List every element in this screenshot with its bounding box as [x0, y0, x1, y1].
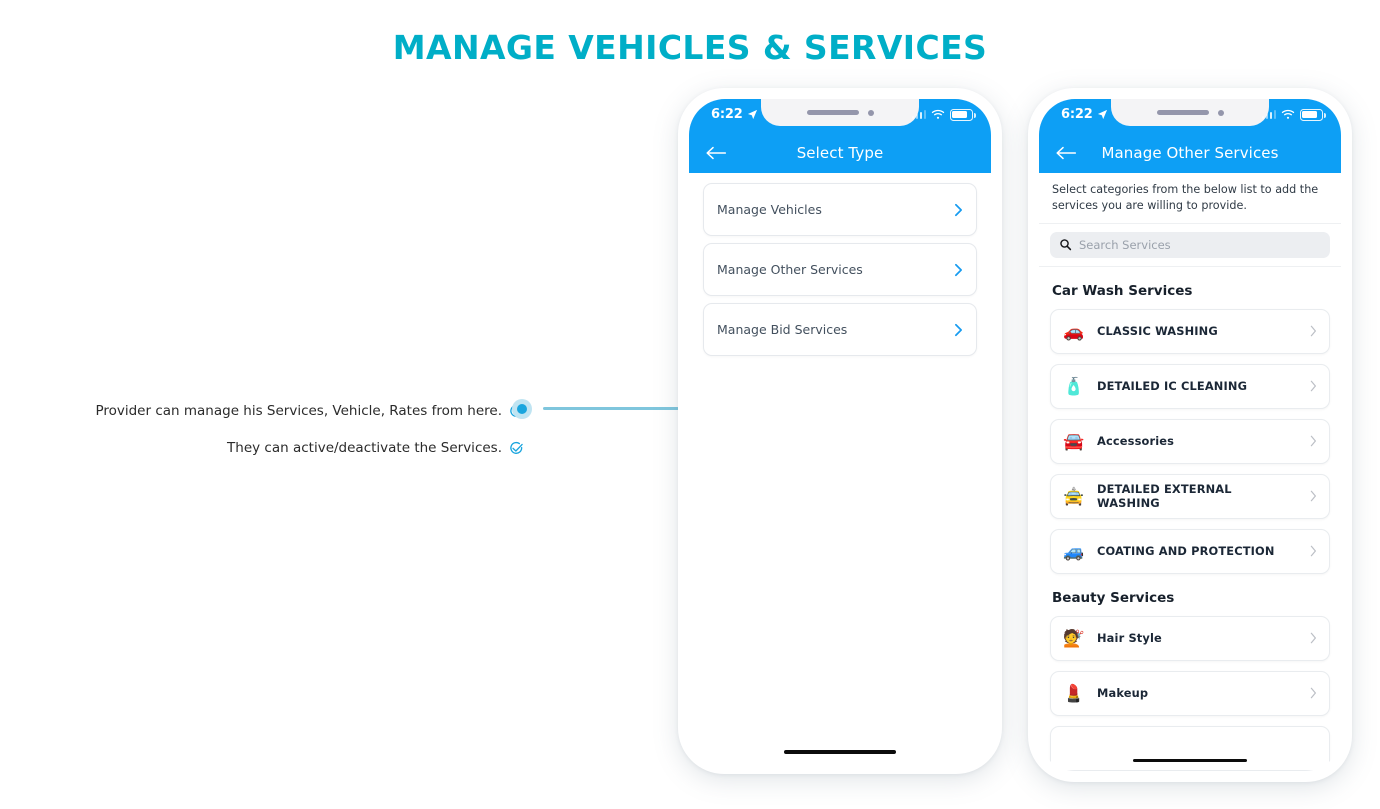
connector-dot-inner	[517, 404, 527, 414]
annotation-row: Provider can manage his Services, Vehicl…	[104, 398, 524, 425]
group-title-beauty: Beauty Services	[1052, 590, 1330, 606]
location-arrow-icon	[1097, 109, 1108, 120]
app-bar: Manage Other Services	[1039, 133, 1341, 173]
phone-mockup-select-type: 6:22 Select Type	[678, 88, 1002, 774]
group-title-car-wash: Car Wash Services	[1052, 283, 1330, 299]
search-placeholder: Search Services	[1079, 238, 1171, 252]
select-type-list: Manage Vehicles Manage Other Services Ma…	[689, 173, 991, 763]
home-indicator	[1133, 759, 1247, 763]
list-item-label: Manage Vehicles	[717, 202, 954, 217]
service-item-accessories[interactable]: 🚘 Accessories	[1050, 419, 1330, 464]
list-item-label: Manage Other Services	[717, 262, 954, 277]
front-camera	[868, 110, 874, 116]
service-item-partial[interactable]	[1050, 726, 1330, 771]
external-washing-icon: 🚖	[1063, 488, 1084, 505]
chevron-right-icon[interactable]	[1310, 435, 1317, 447]
annotation-text: They can active/deactivate the Services.	[227, 442, 502, 456]
annotation-row: They can active/deactivate the Services.	[104, 435, 524, 462]
search-container: Search Services	[1039, 224, 1341, 267]
service-label: CLASSIC WASHING	[1097, 324, 1297, 338]
service-item-detailed-ic-cleaning[interactable]: 🧴 DETAILED IC CLEANING	[1050, 364, 1330, 409]
app-bar: Select Type	[689, 133, 991, 173]
services-scroll-area[interactable]: Car Wash Services 🚗 CLASSIC WASHING 🧴 DE…	[1039, 267, 1341, 771]
service-label: Hair Style	[1097, 631, 1297, 645]
back-arrow-icon[interactable]	[1055, 145, 1077, 161]
search-input[interactable]: Search Services	[1050, 232, 1330, 258]
app-bar-title: Manage Other Services	[1039, 144, 1341, 162]
phone-screen: 6:22 Manage Other Se	[1039, 99, 1341, 771]
service-label: COATING AND PROTECTION	[1097, 544, 1297, 558]
status-bar: 6:22	[1039, 99, 1341, 133]
status-bar: 6:22	[689, 99, 991, 133]
list-item-manage-vehicles[interactable]: Manage Vehicles	[703, 183, 977, 236]
status-bar-time: 6:22	[711, 107, 743, 122]
earpiece-speaker	[807, 110, 859, 115]
signal-bars-icon	[912, 110, 927, 119]
chevron-right-icon[interactable]	[1310, 380, 1317, 392]
list-item-manage-bid-services[interactable]: Manage Bid Services	[703, 303, 977, 356]
list-item-label: Manage Bid Services	[717, 322, 954, 337]
chevron-right-icon[interactable]	[954, 203, 963, 217]
chevron-right-icon[interactable]	[1310, 632, 1317, 644]
front-camera	[1218, 110, 1224, 116]
status-bar-time: 6:22	[1061, 107, 1093, 122]
service-label: Accessories	[1097, 434, 1297, 448]
coating-protection-icon: 🚙	[1063, 543, 1084, 560]
status-bar-indicators	[1262, 109, 1324, 121]
interior-cleaning-icon: 🧴	[1063, 378, 1084, 395]
home-indicator	[784, 750, 896, 754]
back-arrow-icon[interactable]	[705, 145, 727, 161]
battery-icon	[1300, 109, 1323, 121]
wifi-icon	[931, 109, 945, 120]
service-label: Makeup	[1097, 686, 1297, 700]
annotation-text: Provider can manage his Services, Vehicl…	[95, 405, 502, 419]
phone-mockup-manage-other-services: 6:22 Manage Other Se	[1028, 88, 1352, 782]
page-title: MANAGE VEHICLES & SERVICES	[0, 28, 1380, 67]
phone-notch	[761, 99, 919, 126]
service-label: DETAILED EXTERNAL WASHING	[1097, 482, 1297, 510]
car-wash-booth-icon: 🚗	[1063, 323, 1084, 340]
connector-line	[543, 407, 679, 410]
chevron-right-icon[interactable]	[1310, 545, 1317, 557]
intro-text: Select categories from the below list to…	[1039, 173, 1341, 224]
phone-screen: 6:22 Select Type	[689, 99, 991, 763]
chevron-right-icon[interactable]	[1310, 687, 1317, 699]
makeup-icon: 💄	[1063, 685, 1084, 702]
annotation-group: Provider can manage his Services, Vehicl…	[104, 398, 524, 462]
chevron-right-icon[interactable]	[1310, 490, 1317, 502]
connector-dot	[512, 399, 532, 419]
accessories-car-icon: 🚘	[1063, 433, 1084, 450]
status-bar-time-group: 6:22	[1061, 107, 1108, 122]
service-label: DETAILED IC CLEANING	[1097, 379, 1297, 393]
search-icon	[1059, 238, 1072, 251]
check-circle-icon	[509, 441, 524, 456]
phone-notch	[1111, 99, 1269, 126]
status-bar-indicators	[912, 109, 974, 121]
app-bar-title: Select Type	[689, 144, 991, 162]
chevron-right-icon[interactable]	[1310, 325, 1317, 337]
service-item-classic-washing[interactable]: 🚗 CLASSIC WASHING	[1050, 309, 1330, 354]
service-item-coating-and-protection[interactable]: 🚙 COATING AND PROTECTION	[1050, 529, 1330, 574]
service-item-detailed-external-washing[interactable]: 🚖 DETAILED EXTERNAL WASHING	[1050, 474, 1330, 519]
chevron-right-icon[interactable]	[954, 263, 963, 277]
battery-icon	[950, 109, 973, 121]
signal-bars-icon	[1262, 110, 1277, 119]
service-item-hair-style[interactable]: 💇 Hair Style	[1050, 616, 1330, 661]
chevron-right-icon[interactable]	[954, 323, 963, 337]
earpiece-speaker	[1157, 110, 1209, 115]
list-item-manage-other-services[interactable]: Manage Other Services	[703, 243, 977, 296]
location-arrow-icon	[747, 109, 758, 120]
service-item-makeup[interactable]: 💄 Makeup	[1050, 671, 1330, 716]
status-bar-time-group: 6:22	[711, 107, 758, 122]
manage-services-body: Select categories from the below list to…	[1039, 173, 1341, 771]
hair-style-icon: 💇	[1063, 630, 1084, 647]
wifi-icon	[1281, 109, 1295, 120]
